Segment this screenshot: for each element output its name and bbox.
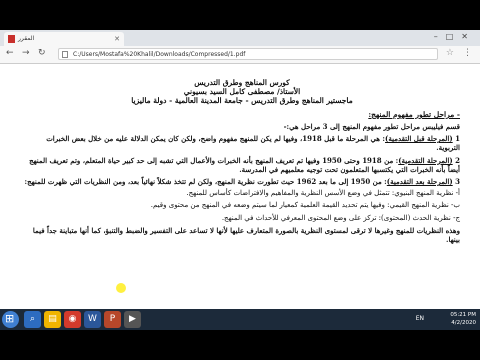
powerpoint-icon[interactable]: P [104,311,121,328]
clock-date: 4/2/2020 [451,320,476,326]
stage-2-title: (المرحلة التقدمية) [398,155,453,165]
theory-c: ج- نظرية الحدث (المحتوى): تركز على وضع ا… [221,213,460,222]
closing-paragraph: وهذه النظريات للمنهج وغيرها لا ترقى لمست… [32,225,460,245]
media-icon[interactable]: ▶ [124,311,141,328]
windows-start-icon[interactable] [2,311,19,328]
chrome-icon[interactable]: ◉ [64,311,81,328]
browser-tab[interactable]: المقرر ✕ [4,32,124,46]
stage-1: 1 (المرحلة قبل التقدمية): هي المرحلة ما … [24,134,460,152]
tab-close-icon[interactable]: ✕ [114,32,120,46]
address-bar: ← → ↻ C:/Users/Mostafa%20Khalil/Download… [0,46,480,64]
file-explorer-icon[interactable]: ▤ [44,311,61,328]
stage-1-title: (المرحلة قبل التقدمية) [385,134,453,144]
tab-title: المقرر [18,35,35,42]
bottom-letterbox [0,330,480,360]
pdf-favicon-icon [8,35,15,43]
doc-header-course: كورس المناهج وطرق التدريس [194,78,290,87]
stage-3-title: (المرحلة بعد التقدمية) [386,177,453,187]
section-title: - مراحل تطور مفهوم المنهج: [368,110,460,119]
reload-icon[interactable]: ↻ [38,48,46,58]
star-icon[interactable]: ☆ [446,48,454,58]
pdf-viewer[interactable]: كورس المناهج وطرق التدريس الأستاذ/ مصطفى… [0,64,480,309]
pdf-page: كورس المناهج وطرق التدريس الأستاذ/ مصطفى… [0,64,480,309]
word-icon[interactable]: W [84,311,101,328]
window-controls[interactable]: –□✕ [434,32,476,41]
stage-3: 3 (المرحلة بعد التقدمية): من 1950 إلى ما… [24,177,460,186]
clock-time: 05:21 PM [450,312,476,318]
file-icon [62,51,68,58]
language-indicator[interactable]: EN [416,315,424,322]
intro-paragraph: قسم فيليبس مراحل تطور مفهوم المنهج إلى 3… [283,122,460,131]
system-clock[interactable]: 05:21 PM 4/2/2020 [450,311,476,327]
forward-icon[interactable]: → [22,48,30,58]
theory-a: أ- نظرية المنهج البنيوي: تتمثل في وضع ال… [186,189,460,198]
browser-tab-bar: المقرر ✕ –□✕ [0,30,480,46]
stage-2-text: : من 1918 وحتى 1950 وفيها تم تعريف المنه… [29,155,460,174]
top-letterbox [0,0,480,30]
stage-1-number: 1 [455,134,460,144]
stage-3-text: : من 1950 إلى ما بعد 1962 حيث تطورت نظري… [24,177,387,187]
stage-2-number: 2 [455,155,460,165]
url-field[interactable]: C:/Users/Mostafa%20Khalil/Downloads/Comp… [58,48,438,60]
menu-icon[interactable]: ⋮ [463,48,472,58]
search-icon[interactable]: ⌕ [24,311,41,328]
taskbar: ⌕ ▤ ◉ W P ▶ EN 05:21 PM 4/2/2020 [0,309,480,330]
stage-3-number: 3 [455,177,460,187]
cursor-highlight [116,283,126,293]
url-text: C:/Users/Mostafa%20Khalil/Downloads/Comp… [73,51,246,58]
back-icon[interactable]: ← [6,48,14,58]
theory-b: ب- نظرية المنهج القيمي: وفيها يتم تحديد … [150,201,460,210]
stage-2: 2 (المرحلة التقدمية): من 1918 وحتى 1950 … [24,156,460,174]
doc-header-degree: ماجستير المناهج وطرق التدريس - جامعة الم… [131,96,353,105]
doc-header-instructor: الأستاذ/ مصطفى كامل السيد بسيوني [183,87,301,96]
